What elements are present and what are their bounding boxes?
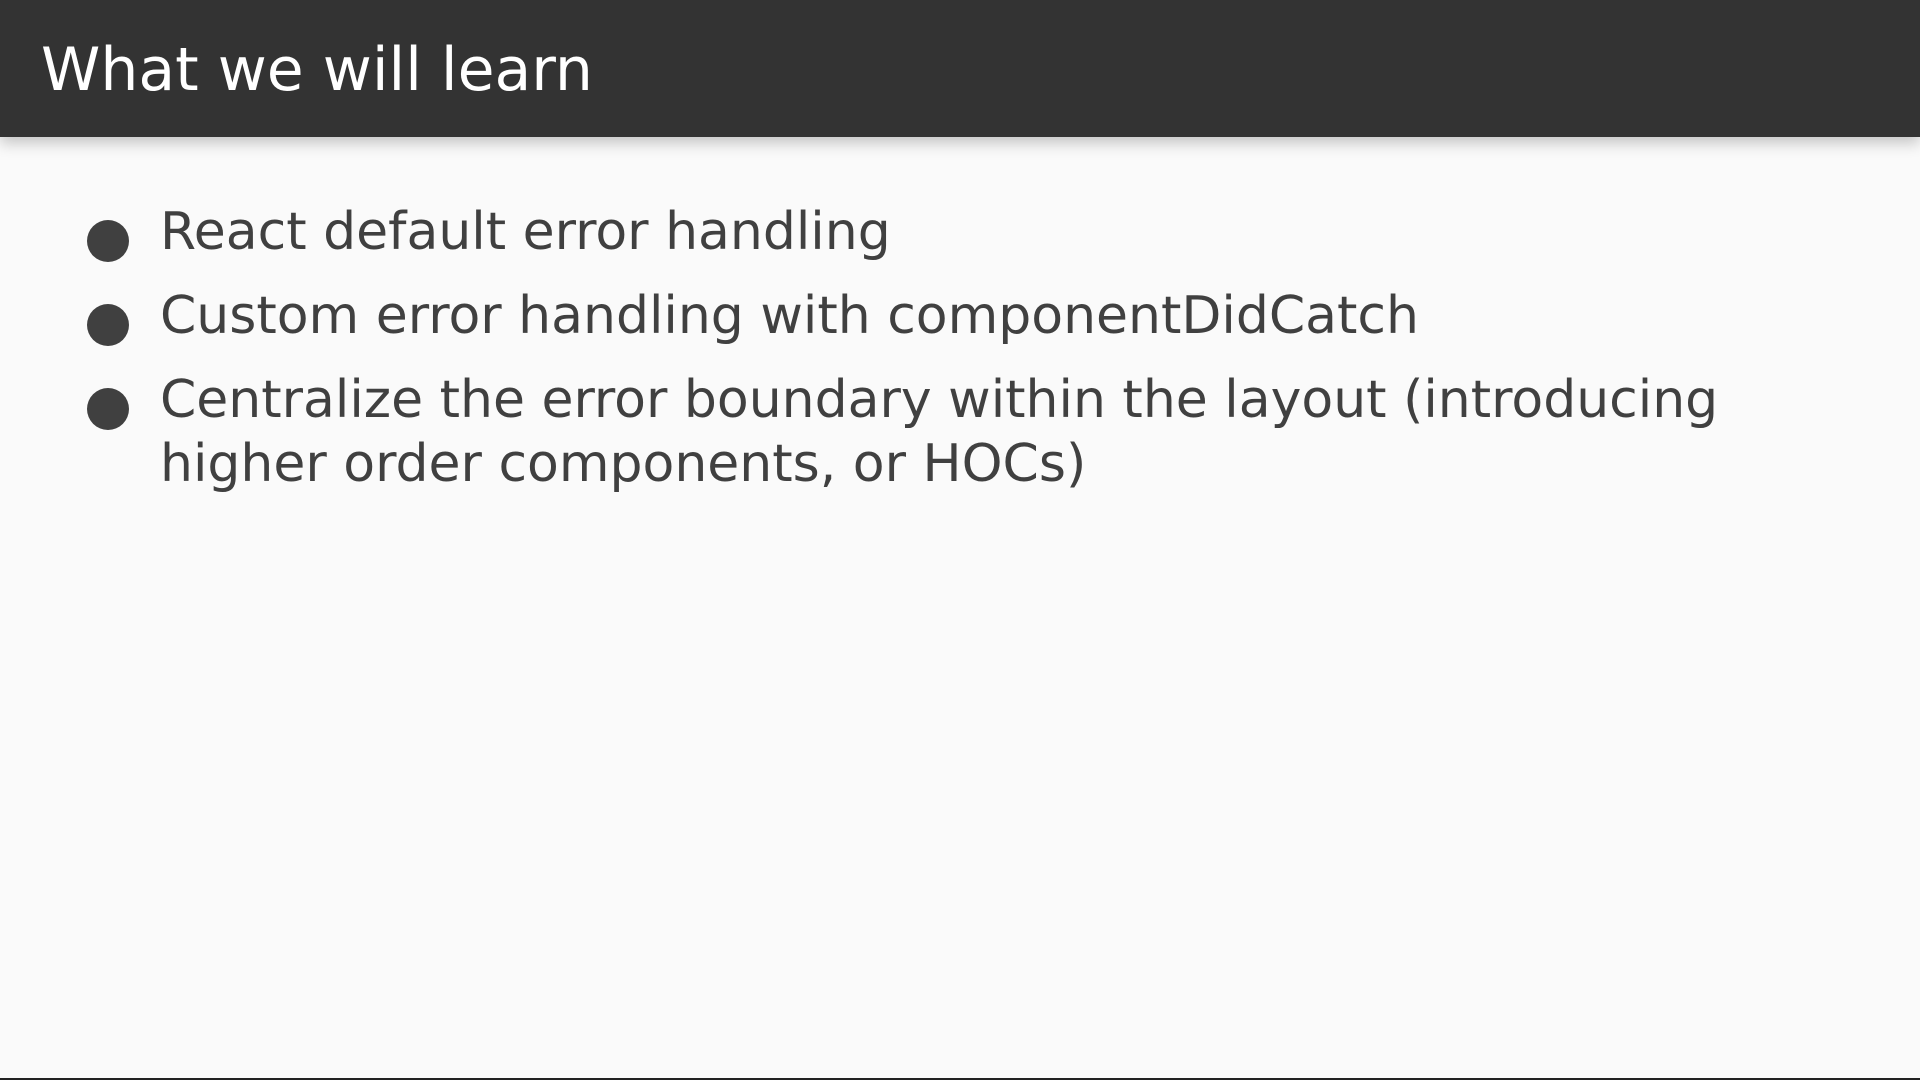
slide: What we will learn React default error h…	[0, 0, 1920, 1080]
slide-header: What we will learn	[0, 0, 1920, 137]
bullet-text: Centralize the error boundary within the…	[160, 370, 1719, 494]
slide-title: What we will learn	[41, 35, 593, 105]
bullet-item: React default error handling	[0, 200, 1920, 264]
bullet-dot-icon	[87, 388, 129, 430]
bullet-item: Custom error handling with componentDidC…	[0, 284, 1920, 348]
bullet-dot-icon	[87, 304, 129, 346]
bullet-list: React default error handling Custom erro…	[0, 200, 1920, 496]
bullet-item: Centralize the error boundary within the…	[0, 368, 1920, 496]
bullet-text: Custom error handling with componentDidC…	[160, 286, 1419, 346]
slide-content: React default error handling Custom erro…	[0, 200, 1920, 516]
bullet-text: React default error handling	[160, 202, 891, 262]
bullet-dot-icon	[87, 220, 129, 262]
